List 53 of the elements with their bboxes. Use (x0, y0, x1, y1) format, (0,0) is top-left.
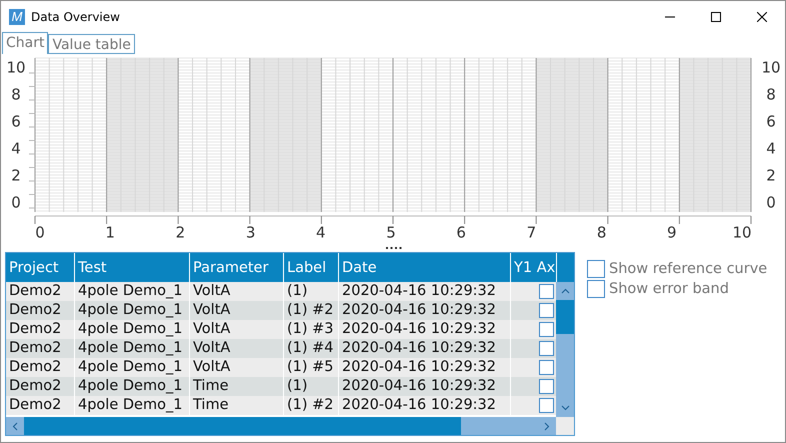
scroll-left-icon[interactable] (12, 422, 18, 430)
scroll-down-icon[interactable] (560, 405, 570, 411)
x-axis-label: 1 (105, 226, 115, 240)
y-axis-label: 6 (11, 114, 21, 130)
y-axis-label: 2 (11, 168, 21, 184)
y-axis-label: 0 (766, 196, 776, 210)
x-axis-label: 9 (667, 226, 677, 240)
table-cell: (1) #2 (284, 396, 339, 415)
x-axis-label: 7 (526, 226, 536, 240)
y-axis-label: 4 (11, 142, 21, 156)
y-axis-label: 8 (11, 88, 21, 102)
table-cell: Demo2 (6, 396, 75, 415)
x-axis-label: 8 (596, 226, 606, 240)
close-icon[interactable] (757, 12, 767, 22)
row-checkbox[interactable] (539, 398, 554, 413)
y-axis-label: 4 (766, 142, 776, 156)
y-axis-label: 0 (11, 196, 21, 210)
x-axis-label: 0 (35, 226, 45, 240)
scroll-up-icon[interactable] (560, 288, 570, 294)
table-cell: 2020-04-16 10:29:32 (339, 396, 511, 415)
y-axis-label: 8 (766, 88, 776, 102)
x-axis-label: 4 (316, 226, 326, 240)
checkbox[interactable] (587, 280, 605, 298)
checkbox[interactable] (587, 260, 605, 278)
y-axis-label: 2 (766, 168, 776, 184)
x-axis-label: 3 (246, 226, 256, 240)
table-cell: Time (190, 396, 284, 415)
scrollbar-corner (556, 417, 574, 435)
row-checkbox[interactable] (539, 322, 554, 337)
x-axis-label: 6 (456, 226, 466, 240)
splitter-grip-icon[interactable] (385, 247, 403, 250)
row-checkbox[interactable] (539, 303, 554, 318)
scroll-right-icon[interactable] (544, 422, 550, 430)
maximize-icon[interactable] (711, 12, 721, 22)
checkbox-label[interactable]: Show reference curve (609, 261, 768, 277)
y-axis-label: 10 (6, 60, 26, 76)
x-axis-label: 10 (732, 226, 752, 240)
horizontal-scrollbar[interactable] (6, 417, 556, 435)
x-axis-label: 5 (386, 226, 396, 240)
row-checkbox[interactable] (539, 341, 554, 356)
vertical-scrollbar[interactable] (556, 282, 574, 417)
app-icon: M (9, 8, 25, 24)
row-checkbox[interactable] (539, 284, 554, 299)
table-cell: 4pole Demo_1 (75, 396, 190, 415)
checkbox-label[interactable]: Show error band (609, 281, 729, 297)
y-axis-label: 6 (766, 114, 776, 130)
window-title: Data Overview (31, 10, 121, 24)
tab[interactable]: Chart (2, 32, 48, 54)
y-axis-label: 10 (761, 60, 781, 76)
tab[interactable]: Value table (48, 34, 135, 54)
row-checkbox[interactable] (539, 379, 554, 394)
row-checkbox[interactable] (539, 360, 554, 375)
x-axis-label: 2 (176, 226, 186, 240)
